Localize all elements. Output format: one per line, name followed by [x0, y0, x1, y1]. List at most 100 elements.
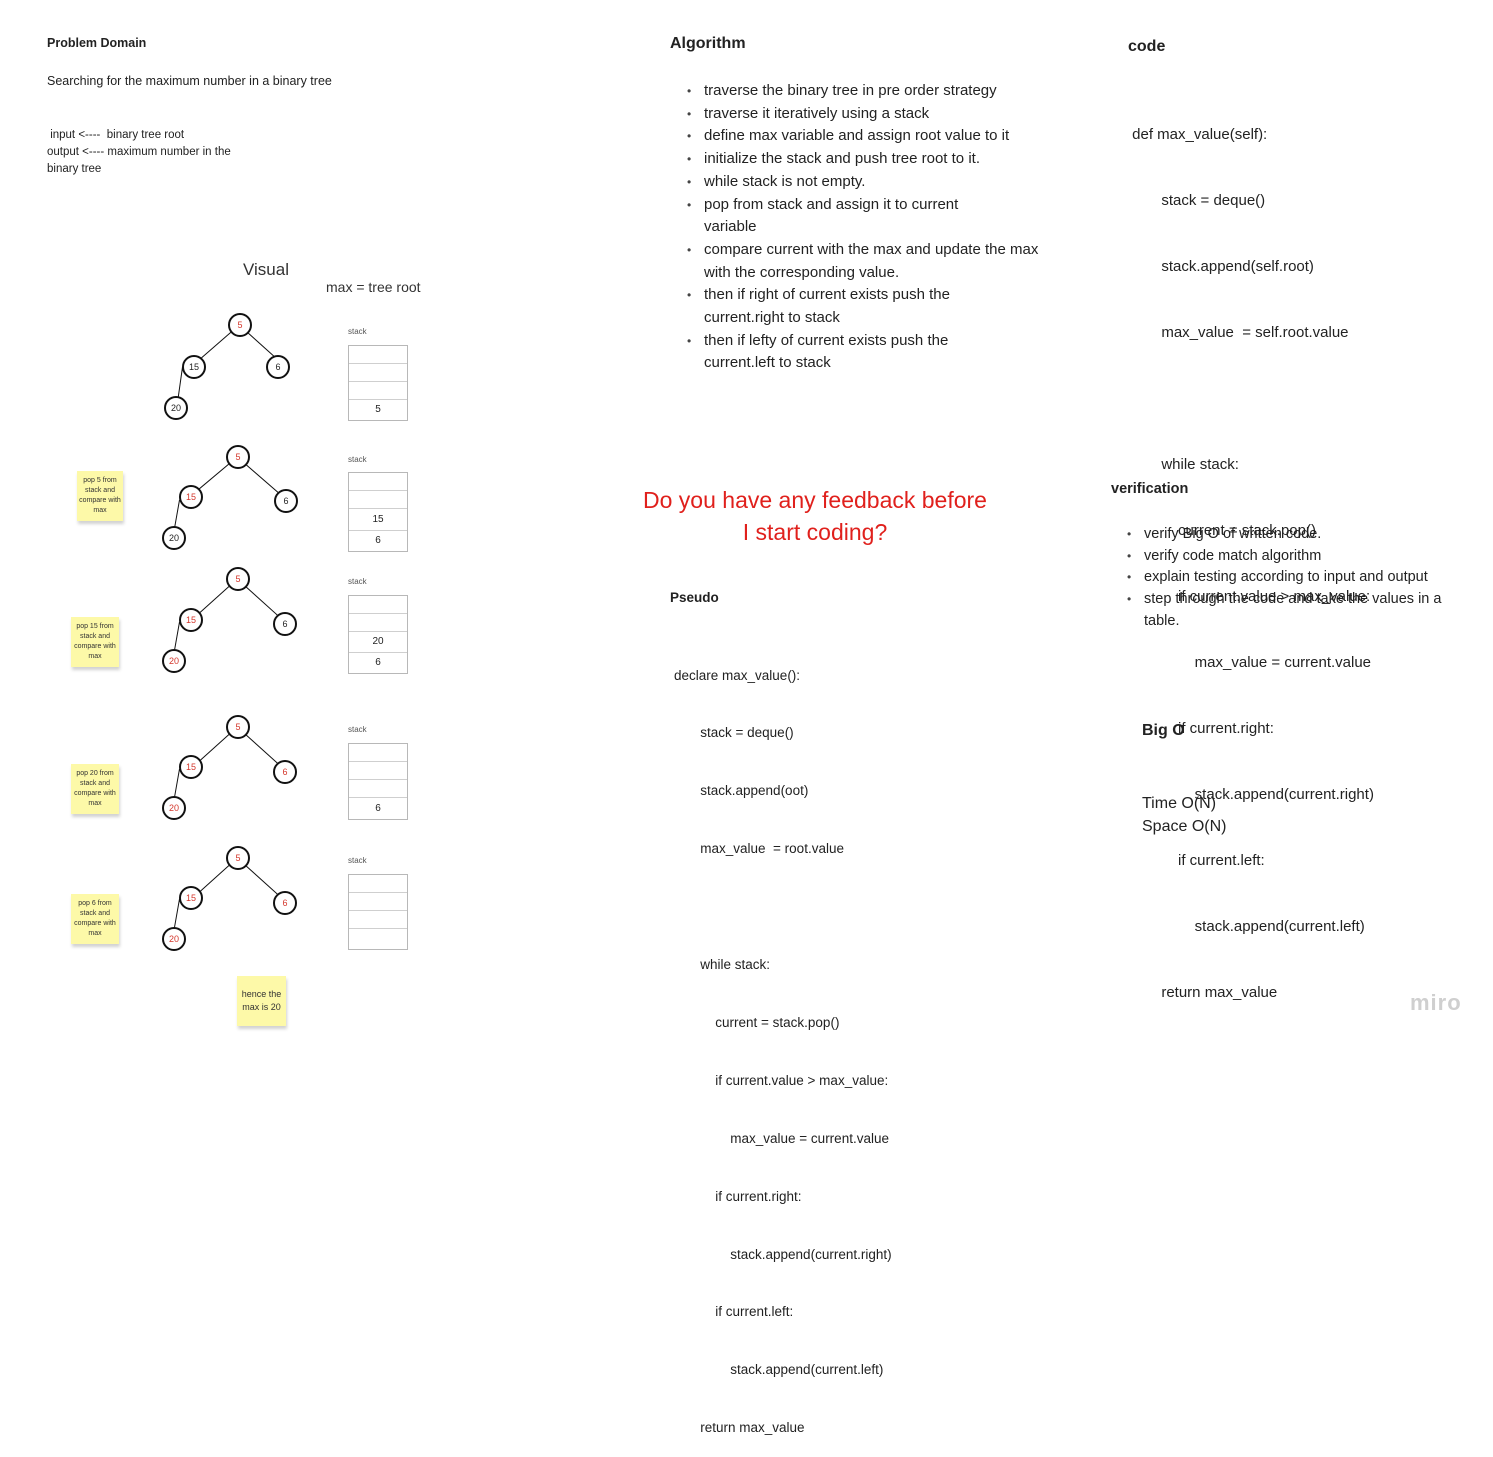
stack-box-step-5 — [348, 874, 408, 950]
tree-node: 20 — [162, 649, 186, 673]
tree-node: 6 — [273, 891, 297, 915]
stack-cell: 5 — [375, 404, 381, 415]
algorithm-item: initialize the stack and push tree root … — [670, 148, 1055, 171]
code-line: stack.append(self.root) — [1128, 258, 1314, 275]
algorithm-list: traverse the binary tree in pre order st… — [670, 80, 1055, 375]
io-output-line: output <---- maximum number in the — [47, 146, 231, 158]
verification-item: verify Big O of written code. — [1110, 524, 1490, 546]
problem-domain-title: Problem Domain — [47, 36, 147, 50]
stack-label: stack — [348, 327, 367, 336]
stack-cell — [349, 875, 407, 893]
problem-description: Searching for the maximum number in a bi… — [47, 74, 332, 88]
code-line: while stack: — [1128, 456, 1239, 473]
sticky-note-conclusion[interactable]: hence the max is 20 — [237, 976, 286, 1026]
visual-title: Visual — [243, 260, 289, 279]
tree-node: 5 — [226, 715, 250, 739]
verification-item: step through the code and take the value… — [1110, 589, 1479, 632]
stack-cell: 6 — [375, 657, 381, 668]
algorithm-title: Algorithm — [670, 35, 746, 52]
tree-node: 15 — [179, 755, 203, 779]
pseudo-line: if current.left: — [674, 1304, 794, 1320]
stack-cell — [349, 596, 407, 614]
code-line: stack.append(current.left) — [1128, 918, 1365, 935]
tree-node: 15 — [182, 355, 206, 379]
bigo-title: Big O — [1142, 722, 1185, 739]
stack-cell — [349, 382, 407, 400]
feedback-line-1: Do you have any feedback before — [643, 487, 987, 513]
code-line: stack = deque() — [1128, 192, 1266, 209]
stack-cell — [349, 762, 407, 780]
tree-node: 5 — [226, 445, 250, 469]
stack-cell: 6 — [375, 803, 381, 814]
tree-node: 15 — [179, 608, 203, 632]
algorithm-item: then if lefty of current exists push the… — [670, 330, 1004, 375]
tree-node: 6 — [273, 760, 297, 784]
sticky-note-step-4[interactable]: pop 20 from stack and compare with max — [71, 764, 119, 814]
pseudo-line: stack.append(oot) — [674, 783, 809, 799]
miro-watermark: miro — [1410, 990, 1462, 1015]
tree-node: 6 — [274, 489, 298, 513]
algorithm-item: while stack is not empty. — [670, 171, 1055, 194]
sticky-note-step-5[interactable]: pop 6 from stack and compare with max — [71, 894, 119, 944]
stack-label: stack — [348, 725, 367, 734]
code-title: code — [1128, 38, 1166, 55]
stack-box-step-2: 15 6 — [348, 472, 408, 552]
stack-box-step-1: 5 — [348, 345, 408, 421]
sticky-note-step-2[interactable]: pop 5 from stack and compare with max — [77, 471, 123, 521]
stack-cell — [349, 893, 407, 911]
verification-item: verify code match algorithm — [1110, 546, 1490, 568]
pseudo-line: declare max_value(): — [674, 667, 801, 683]
algorithm-item: then if right of current exists push the… — [670, 284, 1004, 329]
stack-label: stack — [348, 455, 367, 464]
code-line: max_value = current.value — [1128, 654, 1372, 671]
stack-cell: 6 — [375, 535, 381, 546]
stack-label: stack — [348, 577, 367, 586]
stack-cell: 20 — [349, 632, 407, 653]
max-note: max = tree root — [326, 279, 421, 295]
bigo-values: Time O(N) Space O(N) — [1142, 792, 1226, 838]
tree-node: 20 — [164, 396, 188, 420]
io-output-line-cont: binary tree — [47, 163, 102, 175]
pseudo-line: if current.value > max_value: — [674, 1072, 889, 1088]
feedback-question: Do you have any feedback before I start … — [620, 484, 1010, 548]
algorithm-item: traverse it iteratively using a stack — [670, 103, 1055, 126]
algorithm-item: traverse the binary tree in pre order st… — [670, 80, 1055, 103]
stack-cell — [349, 614, 407, 632]
tree-node: 20 — [162, 526, 186, 550]
stack-cell — [349, 364, 407, 382]
problem-io: input <---- binary tree root output <----… — [47, 127, 231, 178]
pseudo-title: Pseudo — [670, 590, 719, 605]
sticky-note-step-3[interactable]: pop 15 from stack and compare with max — [71, 617, 119, 667]
pseudo-line: stack.append(current.left) — [674, 1362, 884, 1378]
tree-node: 5 — [228, 313, 252, 337]
bigo-time: Time O(N) — [1142, 795, 1217, 812]
tree-node: 15 — [179, 485, 203, 509]
bigo-space: Space O(N) — [1142, 818, 1227, 835]
sticky-note-text: hence the max is 20 — [241, 989, 282, 1012]
pseudo-line: stack.append(current.right) — [674, 1246, 892, 1262]
stack-box-step-4: 6 — [348, 743, 408, 820]
tree-node: 5 — [226, 567, 250, 591]
verification-item: explain testing according to input and o… — [1110, 567, 1490, 589]
stack-cell — [349, 491, 407, 509]
algorithm-item: compare current with the max and update … — [670, 239, 1044, 284]
sticky-note-text: pop 20 from stack and compare with max — [74, 770, 116, 807]
code-line: max_value = self.root.value — [1128, 324, 1349, 341]
pseudo-code-block: declare max_value(): stack = deque() sta… — [674, 627, 892, 1457]
stack-cell — [349, 744, 407, 762]
stack-cell — [349, 473, 407, 491]
stack-cell — [349, 780, 407, 798]
pseudo-line — [674, 897, 892, 916]
code-line: if current.left: — [1128, 852, 1265, 869]
code-line: return max_value — [1128, 984, 1278, 1001]
tree-node: 6 — [266, 355, 290, 379]
stack-box-step-3: 20 6 — [348, 595, 408, 674]
stack-cell — [349, 929, 407, 949]
verification-list: verify Big O of written code. verify cod… — [1110, 524, 1490, 633]
pseudo-line: while stack: — [674, 957, 771, 973]
pseudo-line: current = stack.pop() — [674, 1014, 840, 1030]
stack-cell — [349, 346, 407, 364]
tree-node: 15 — [179, 886, 203, 910]
algorithm-item: pop from stack and assign it to current … — [670, 194, 1004, 239]
